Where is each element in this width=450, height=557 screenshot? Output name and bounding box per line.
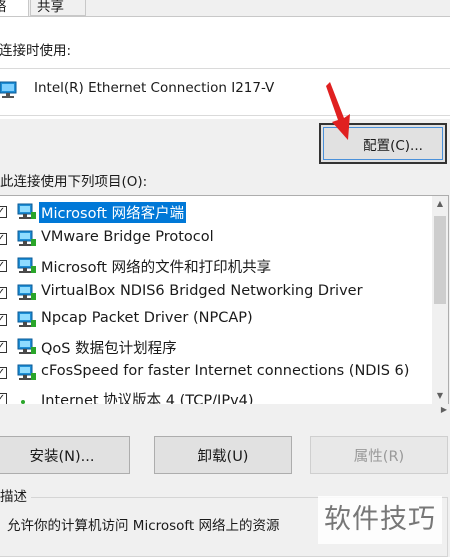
- horizontal-scrollbar[interactable]: ▶: [0, 404, 449, 422]
- uninstall-button[interactable]: 卸载(U): [154, 436, 292, 474]
- network-protocol-icon: [17, 230, 36, 246]
- properties-button: 属性(R): [310, 436, 448, 474]
- item-checkbox[interactable]: ✓: [0, 233, 7, 245]
- tab-strip: 络 共享: [0, 0, 450, 17]
- network-protocol-icon: [17, 284, 36, 300]
- watermark: 软件技巧: [318, 496, 442, 544]
- item-checkbox[interactable]: ✓: [0, 206, 7, 218]
- install-button[interactable]: 安装(N)...: [0, 436, 130, 474]
- annotation-arrow-icon: [326, 82, 350, 140]
- network-service-icon: [17, 257, 36, 273]
- network-protocol-icon: [17, 311, 36, 327]
- list-item-label: cFosSpeed for faster Internet connection…: [41, 363, 410, 379]
- scroll-right-icon[interactable]: ▶: [441, 405, 447, 414]
- network-adapter-icon: [0, 81, 17, 98]
- list-item[interactable]: ✓ Microsoft 网络客户端: [0, 199, 433, 225]
- list-item-label: VMware Bridge Protocol: [41, 229, 214, 245]
- items-heading: 此连接使用下列项目(O):: [0, 174, 148, 190]
- list-item[interactable]: ✓ VirtualBox NDIS6 Bridged Networking Dri…: [0, 280, 433, 306]
- uninstall-button-label: 卸载(U): [197, 448, 249, 465]
- configure-button-label: 配置(C)...: [363, 137, 423, 154]
- network-service-icon: [17, 338, 36, 354]
- install-button-label: 安装(N)...: [29, 448, 95, 465]
- list-scrollbar[interactable]: ▲ ▼: [432, 196, 448, 404]
- list-item[interactable]: ✓ cFosSpeed for faster Internet connectio…: [0, 360, 433, 386]
- properties-button-label: 属性(R): [353, 448, 405, 465]
- list-item-label: Microsoft 网络的文件和打印机共享: [41, 260, 272, 276]
- list-item-label: Internet 协议版本 4 (TCP/IPv4): [41, 393, 254, 405]
- connect-using-label: 连接时使用:: [0, 43, 72, 59]
- item-checkbox[interactable]: ✓: [0, 287, 7, 299]
- list-item-label: Microsoft 网络客户端: [39, 202, 187, 223]
- tab-sharing[interactable]: 共享: [30, 0, 86, 16]
- list-item[interactable]: ✓ QoS 数据包计划程序: [0, 334, 433, 360]
- item-checkbox[interactable]: ✓: [0, 314, 7, 326]
- tab-networking[interactable]: 络: [0, 0, 29, 16]
- network-protocol-icon: [17, 364, 36, 380]
- tab-sharing-label: 共享: [37, 0, 64, 15]
- scrollbar-thumb[interactable]: [434, 216, 446, 304]
- scroll-down-icon[interactable]: ▼: [432, 388, 448, 404]
- list-item-label: Npcap Packet Driver (NPCAP): [41, 310, 253, 326]
- list-item[interactable]: ✓ Npcap Packet Driver (NPCAP): [0, 307, 433, 333]
- network-protocol-icon: [21, 400, 25, 404]
- item-checkbox[interactable]: ✓: [0, 367, 7, 379]
- list-item[interactable]: ✓ Microsoft 网络的文件和打印机共享: [0, 253, 433, 279]
- list-item-label: QoS 数据包计划程序: [41, 341, 177, 357]
- items-list[interactable]: ✓Microsoft 网络客户端✓VMware Bridge Protocol✓…: [0, 195, 449, 405]
- item-checkbox[interactable]: ✓: [0, 341, 7, 353]
- tab-networking-label: 络: [0, 0, 7, 15]
- scroll-up-icon[interactable]: ▲: [432, 196, 448, 212]
- item-checkbox[interactable]: ✓: [0, 260, 7, 272]
- adapter-box: Intel(R) Ethernet Connection I217-V: [0, 68, 450, 116]
- list-item-label: VirtualBox NDIS6 Bridged Networking Driv…: [41, 283, 363, 299]
- description-text: 允许你的计算机访问 Microsoft 网络上的资源: [7, 518, 280, 534]
- network-client-icon: [17, 203, 36, 219]
- adapter-name: Intel(R) Ethernet Connection I217-V: [34, 80, 275, 96]
- description-label: 描述: [0, 485, 31, 505]
- list-item[interactable]: ✓ VMware Bridge Protocol: [0, 226, 433, 252]
- list-item[interactable]: ✓Internet 协议版本 4 (TCP/IPv4): [0, 386, 433, 405]
